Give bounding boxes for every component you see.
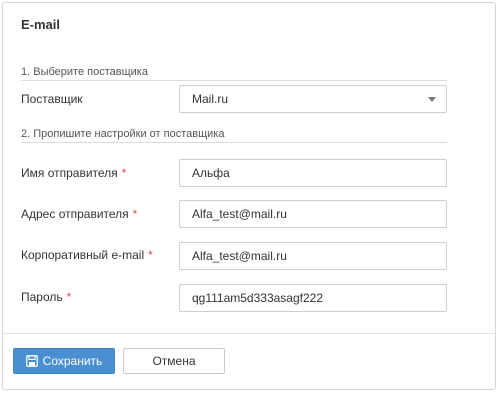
required-asterisk: * xyxy=(121,166,127,180)
section-choose-provider: 1. Выберите поставщика xyxy=(21,66,447,81)
sender-address-label: Адрес отправителя * xyxy=(21,207,137,221)
cancel-button[interactable]: Отмена xyxy=(123,348,225,374)
email-settings-dialog: E-mail 1. Выберите поставщика Поставщик … xyxy=(2,2,496,390)
password-label-text: Пароль xyxy=(21,290,63,304)
required-asterisk: * xyxy=(132,207,138,221)
provider-label: Поставщик xyxy=(21,92,83,106)
dialog-title: E-mail xyxy=(21,17,61,32)
sender-address-input[interactable] xyxy=(179,200,447,228)
sender-name-label: Имя отправителя * xyxy=(21,166,126,180)
save-button-label: Сохранить xyxy=(42,354,103,368)
corporate-email-input[interactable] xyxy=(179,242,447,270)
corporate-email-label-text: Корпоративный e-mail xyxy=(21,248,145,262)
chevron-down-icon xyxy=(428,97,436,102)
section-provider-settings: 2. Пропишите настройки от поставщика xyxy=(21,128,447,143)
save-button[interactable]: Сохранить xyxy=(13,348,115,374)
sender-address-label-text: Адрес отправителя xyxy=(21,207,129,221)
required-asterisk: * xyxy=(66,290,72,304)
floppy-disk-icon xyxy=(25,355,38,367)
password-label: Пароль * xyxy=(21,290,71,304)
footer-divider xyxy=(3,333,495,334)
cancel-button-label: Отмена xyxy=(152,354,196,368)
sender-name-label-text: Имя отправителя xyxy=(21,166,118,180)
sender-name-input[interactable] xyxy=(179,159,447,187)
password-input[interactable] xyxy=(179,284,447,312)
corporate-email-label: Корпоративный e-mail * xyxy=(21,248,153,262)
provider-select-value: Mail.ru xyxy=(192,92,229,106)
provider-select[interactable]: Mail.ru xyxy=(179,85,447,113)
required-asterisk: * xyxy=(148,248,153,262)
